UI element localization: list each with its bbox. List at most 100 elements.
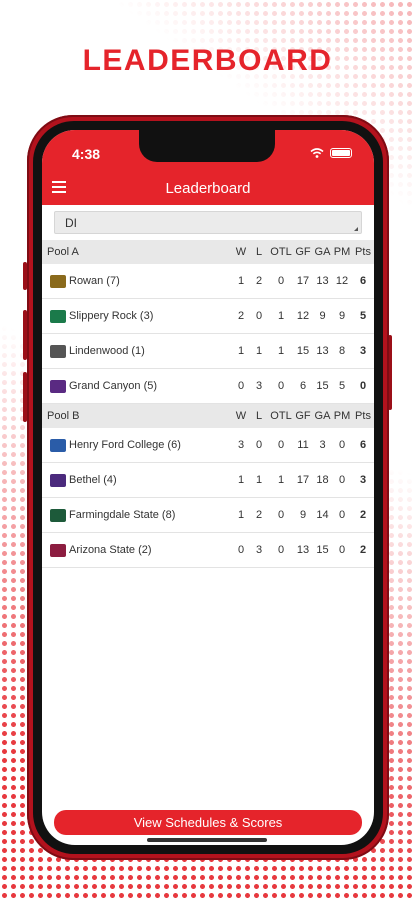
stat-l: 3 (255, 544, 263, 556)
team-name: Lindenwood (1) (69, 345, 145, 357)
team-logo-icon (50, 438, 66, 452)
team-cell: Grand Canyon (5) (50, 379, 233, 393)
stat-gf: 17 (296, 275, 310, 287)
team-row[interactable]: Lindenwood (1) 1 1 1 15 13 8 3 (42, 334, 374, 369)
stat-otl: 1 (277, 474, 285, 486)
stat-l: 0 (255, 439, 263, 451)
stat-otl: 0 (277, 275, 285, 287)
stat-gf: 9 (299, 509, 307, 521)
stat-otl: 1 (277, 345, 285, 357)
stat-otl: 0 (277, 509, 285, 521)
stat-ga: 15 (316, 380, 329, 392)
column-header-gf: GF (295, 246, 311, 258)
stat-w: 0 (237, 380, 245, 392)
page-headline: LEADERBOARD (82, 44, 333, 77)
team-cell: Henry Ford College (6) (50, 438, 233, 452)
division-select-value: DI (65, 216, 77, 230)
team-name: Bethel (4) (69, 474, 117, 486)
column-header-l: L (255, 410, 263, 422)
team-name: Farmingdale State (8) (69, 509, 176, 521)
stat-w: 0 (237, 544, 245, 556)
status-time: 4:38 (72, 146, 101, 162)
team-row[interactable]: Henry Ford College (6) 3 0 0 11 3 0 6 (42, 428, 374, 463)
team-cell: Arizona State (2) (50, 543, 233, 557)
column-header-l: L (255, 246, 263, 258)
team-logo-icon (50, 379, 66, 393)
stat-gf: 11 (297, 439, 309, 451)
view-schedules-button[interactable]: View Schedules & Scores (54, 810, 362, 835)
stat-otl: 1 (277, 310, 285, 322)
team-logo-icon (50, 543, 66, 557)
stat-gf: 15 (296, 345, 310, 357)
stat-pts: 5 (359, 310, 367, 322)
stat-w: 1 (237, 275, 245, 287)
app-screen: 4:38 Leaderboard DI Pool A W L OTL GF GA… (42, 130, 374, 845)
stat-ga: 13 (316, 275, 329, 287)
column-header-ga: GA (314, 410, 331, 422)
stat-pts: 6 (359, 275, 367, 287)
team-name: Rowan (7) (69, 275, 120, 287)
stat-ga: 3 (319, 439, 326, 451)
stat-gf: 17 (296, 474, 310, 486)
team-cell: Slippery Rock (3) (50, 309, 233, 323)
stat-pts: 0 (359, 380, 367, 392)
column-header-gf: GF (295, 410, 311, 422)
stat-pts: 2 (359, 544, 367, 556)
stat-ga: 15 (316, 544, 329, 556)
stat-w: 1 (237, 474, 245, 486)
team-name: Arizona State (2) (69, 544, 152, 556)
pool-name: Pool A (47, 246, 79, 258)
stat-gf: 13 (296, 544, 310, 556)
app-navbar: Leaderboard (42, 175, 374, 205)
division-select[interactable]: DI (54, 211, 362, 234)
stat-pts: 3 (359, 345, 367, 357)
home-indicator (147, 838, 267, 842)
stat-w: 1 (237, 509, 245, 521)
stat-ga: 9 (319, 310, 326, 322)
stat-pts: 2 (359, 509, 367, 521)
team-row[interactable]: Rowan (7) 1 2 0 17 13 12 6 (42, 264, 374, 299)
team-row[interactable]: Farmingdale State (8) 1 2 0 9 14 0 2 (42, 498, 374, 533)
status-bar: 4:38 (42, 130, 374, 175)
team-name: Henry Ford College (6) (69, 439, 181, 451)
column-header-pts: Pts (355, 410, 371, 422)
pool-name: Pool B (47, 410, 80, 422)
stat-otl: 0 (277, 439, 285, 451)
battery-icon (330, 148, 352, 158)
stat-otl: 0 (277, 380, 285, 392)
stat-w: 3 (237, 439, 245, 451)
stat-ga: 13 (316, 345, 329, 357)
team-row[interactable]: Slippery Rock (3) 2 0 1 12 9 9 5 (42, 299, 374, 334)
stat-ga: 14 (316, 509, 329, 521)
team-cell: Farmingdale State (8) (50, 508, 233, 522)
stat-l: 3 (255, 380, 263, 392)
team-logo-icon (50, 508, 66, 522)
stat-ga: 18 (316, 474, 329, 486)
team-logo-icon (50, 344, 66, 358)
phone-frame: 4:38 Leaderboard DI Pool A W L OTL GF GA… (27, 115, 389, 860)
column-header-pts: Pts (355, 246, 371, 258)
stat-l: 1 (255, 474, 263, 486)
wifi-icon (310, 148, 324, 158)
stat-pm: 12 (335, 275, 349, 287)
column-header-pm: PM (333, 246, 351, 258)
team-name: Slippery Rock (3) (69, 310, 154, 322)
stat-pts: 3 (359, 474, 367, 486)
team-cell: Rowan (7) (50, 274, 233, 288)
stat-w: 1 (237, 345, 245, 357)
stat-pm: 0 (338, 474, 346, 486)
stat-l: 2 (255, 509, 263, 521)
team-row[interactable]: Grand Canyon (5) 0 3 0 6 15 5 0 (42, 369, 374, 404)
column-header-otl: OTL (270, 246, 292, 258)
stat-w: 2 (237, 310, 245, 322)
column-header-w: W (235, 246, 247, 258)
stat-gf: 6 (299, 380, 307, 392)
column-header-pm: PM (333, 410, 351, 422)
team-row[interactable]: Arizona State (2) 0 3 0 13 15 0 2 (42, 533, 374, 568)
column-header-ga: GA (314, 246, 331, 258)
stat-pm: 0 (338, 509, 346, 521)
stat-l: 0 (255, 310, 263, 322)
team-row[interactable]: Bethel (4) 1 1 1 17 18 0 3 (42, 463, 374, 498)
team-logo-icon (50, 274, 66, 288)
camera-notch (139, 130, 275, 162)
